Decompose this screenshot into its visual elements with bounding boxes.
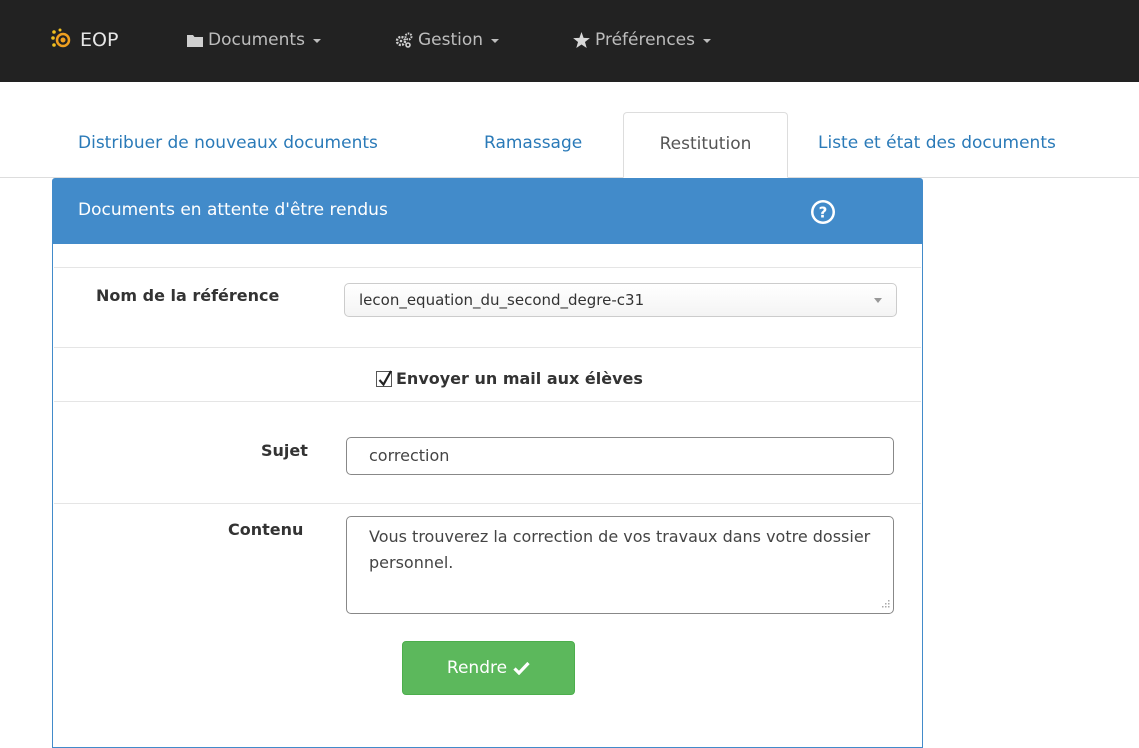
submit-rendre-label: Rendre [446,658,508,678]
send-mail-label: Envoyer un mail aux élèves [396,369,643,388]
brand-link[interactable]: EOP [50,28,118,52]
panel-heading: Documents en attente d'être rendus ? [53,179,922,244]
submit-rendre-button[interactable]: Rendre [402,641,575,695]
subject-label: Sujet [261,441,308,460]
reference-select-value: lecon_equation_du_second_degre-c31 [359,291,645,309]
check-icon [513,661,530,675]
send-mail-checkbox[interactable] [376,369,392,387]
send-mail-option: Envoyer un mail aux élèves [376,369,643,388]
content-text: Vous trouverez la correction de vos trav… [369,527,871,572]
brand-name: EOP [80,29,119,51]
subject-input[interactable]: correction [346,437,894,475]
cogs-icon [395,32,413,48]
folder-icon [187,34,203,47]
svg-text:?: ? [819,204,828,222]
caret-down-icon [702,39,711,43]
reference-select[interactable]: lecon_equation_du_second_degre-c31 [344,283,897,317]
sun-logo-icon [51,28,71,48]
panel-title: Documents en attente d'être rendus [78,200,388,220]
caret-down-icon [491,39,500,43]
star-icon [573,32,590,48]
tab-ramassage[interactable]: Ramassage [484,112,582,178]
row-divider [54,401,921,402]
nav-menu-gestion-label: Gestion [418,30,484,50]
nav-menu-documents[interactable]: Documents [187,30,321,50]
caret-down-icon [312,39,321,43]
nav-menu-preferences-label: Préférences [595,30,695,50]
tab-liste-etat[interactable]: Liste et état des documents [818,112,1056,178]
resize-grip-icon[interactable] [878,598,890,610]
content-textarea[interactable]: Vous trouverez la correction de vos trav… [346,516,894,614]
nav-menu-preferences[interactable]: Préférences [573,30,711,50]
tab-restitution[interactable]: Restitution [623,112,788,178]
checkmark-icon [378,369,392,386]
row-divider [54,503,921,504]
chevron-down-icon [874,298,882,303]
top-navbar: EOP Documents Gestion Préférences [0,0,1139,82]
row-divider [54,267,921,268]
row-divider [54,347,921,348]
reference-label: Nom de la référence [96,286,280,305]
restitution-panel: Documents en attente d'être rendus ? Nom… [52,178,923,748]
content-label: Contenu [228,520,304,539]
nav-menu-documents-label: Documents [208,30,305,50]
help-icon[interactable]: ? [810,199,836,225]
tab-distribuer[interactable]: Distribuer de nouveaux documents [78,112,378,178]
nav-menu-gestion[interactable]: Gestion [395,30,500,50]
